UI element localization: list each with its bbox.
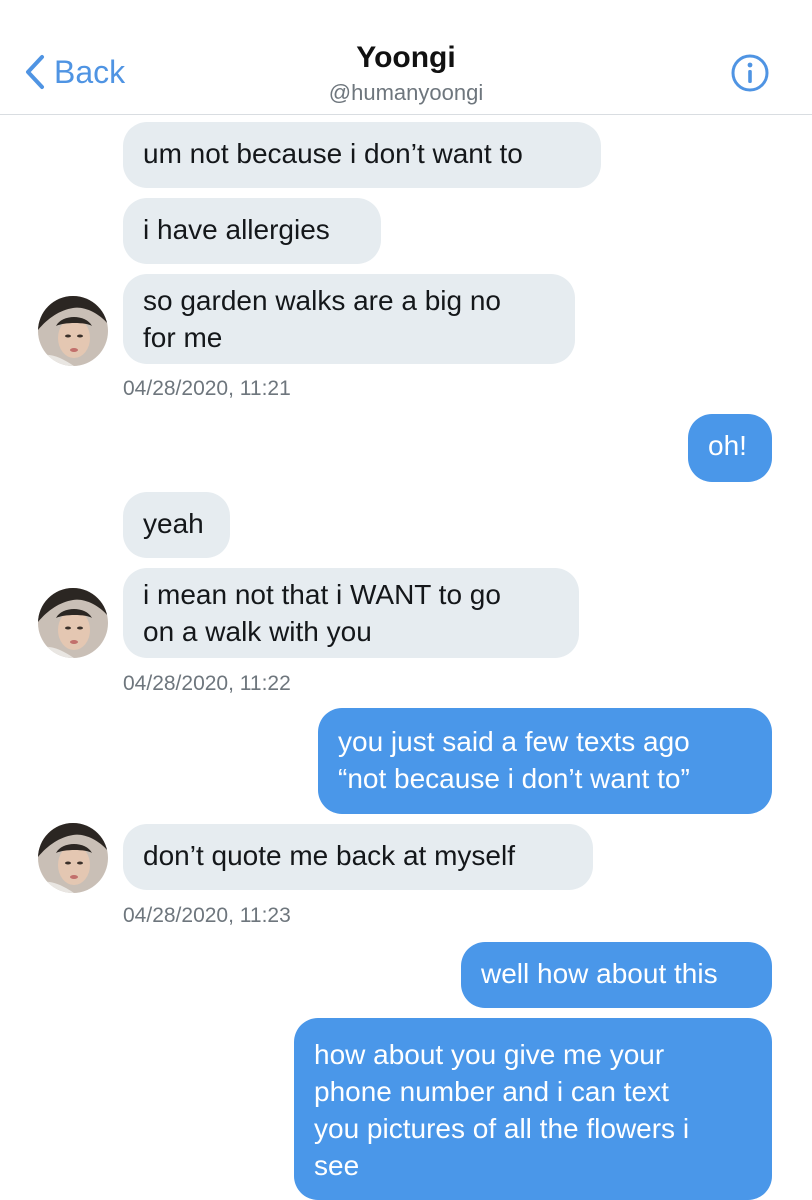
message-text: oh! [708, 430, 747, 461]
message-text-line: see [314, 1150, 360, 1181]
message-text: um not because i don’t want to [143, 138, 523, 169]
message-bubble-incoming[interactable]: um not because i don’t want to [123, 122, 601, 188]
avatar-photo [38, 823, 108, 893]
message-text-line: on a walk with you [143, 616, 372, 647]
message-bubble-outgoing[interactable]: oh! [688, 414, 772, 482]
message-text: i have allergies [143, 214, 330, 245]
avatar-photo [38, 296, 108, 366]
message-text-line: for me [143, 322, 223, 353]
message-bubble-incoming[interactable]: so garden walks are a big no for me [123, 274, 575, 364]
info-icon[interactable] [730, 53, 770, 93]
message-text: well how about this [481, 958, 718, 989]
message-bubble-incoming[interactable]: yeah [123, 492, 230, 558]
message-text-line: you pictures of all the flowers i [314, 1113, 690, 1144]
message-bubble-incoming[interactable]: i mean not that i WANT to go on a walk w… [123, 568, 579, 658]
conversation-header: Back Yoongi @humanyoongi [0, 0, 812, 115]
message-text-line: i mean not that i WANT to go [143, 579, 501, 610]
avatar[interactable] [38, 588, 108, 658]
message-timestamp: 04/28/2020, 11:23 [123, 904, 291, 927]
conversation-handle: @humanyoongi [328, 80, 484, 105]
message-bubble-outgoing[interactable]: well how about this [461, 942, 772, 1008]
message-bubble-incoming[interactable]: i have allergies [123, 198, 381, 264]
message-timestamp: 04/28/2020, 11:22 [123, 672, 291, 695]
message-bubble-outgoing[interactable]: how about you give me your phone number … [294, 1018, 772, 1200]
message-text-line: “not because i don’t want to” [338, 763, 690, 794]
message-timestamp: 04/28/2020, 11:21 [123, 377, 291, 400]
avatar-photo [38, 588, 108, 658]
message-text-line: so garden walks are a big no [143, 285, 501, 316]
message-text: don’t quote me back at myself [143, 840, 515, 871]
conversation-title-block: Yoongi @humanyoongi [0, 40, 812, 108]
avatar[interactable] [38, 296, 108, 366]
message-bubble-outgoing[interactable]: you just said a few texts ago “not becau… [318, 708, 772, 814]
message-bubble-incoming[interactable]: don’t quote me back at myself [123, 824, 593, 890]
conversation-title: Yoongi [356, 41, 456, 74]
message-text-line: you just said a few texts ago [338, 726, 690, 757]
message-text-line: how about you give me your [314, 1039, 665, 1070]
message-text: yeah [143, 508, 204, 539]
message-text-line: phone number and i can text [314, 1076, 669, 1107]
avatar[interactable] [38, 823, 108, 893]
